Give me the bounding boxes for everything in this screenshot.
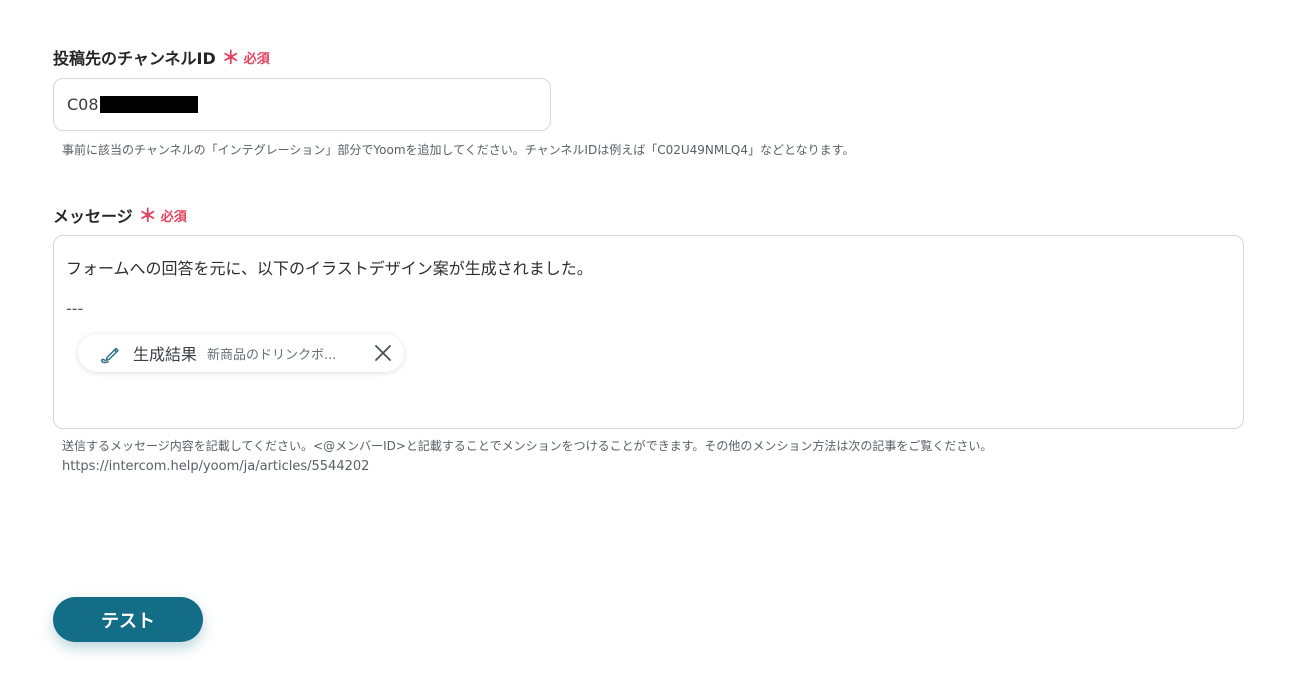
- message-label: メッセージ ＊ 必須: [53, 202, 187, 228]
- message-help: 送信するメッセージ内容を記載してください。<@メンバーID>と記載することでメン…: [62, 439, 993, 453]
- channel-id-help: 事前に該当のチャンネルの「インテグレーション」部分でYoomを追加してください。…: [62, 143, 855, 157]
- channel-id-input[interactable]: C08: [53, 78, 551, 131]
- required-star-icon: ＊: [138, 206, 157, 227]
- chip-label: 生成結果: [133, 345, 198, 364]
- chip-value: 新商品のドリンクボ...: [207, 347, 337, 363]
- message-label-text: メッセージ: [53, 207, 133, 226]
- required-badge: 必須: [243, 51, 270, 67]
- redacted-block: [99, 96, 198, 113]
- required-star-icon: ＊: [221, 48, 240, 69]
- channel-id-label-text: 投稿先のチャンネルID: [53, 49, 216, 68]
- required-badge: 必須: [160, 209, 187, 225]
- message-line-2: ---: [66, 299, 84, 318]
- channel-id-label: 投稿先のチャンネルID ＊ 必須: [53, 44, 270, 70]
- help-article-link[interactable]: https://intercom.help/yoom/ja/articles/5…: [62, 459, 369, 474]
- pen-icon: [98, 341, 122, 365]
- channel-id-value: C08: [67, 95, 99, 114]
- message-line-1: フォームへの回答を元に、以下のイラストデザイン案が生成されました。: [66, 259, 593, 278]
- message-textarea[interactable]: フォームへの回答を元に、以下のイラストデザイン案が生成されました。 --- 生成…: [53, 235, 1244, 429]
- variable-chip[interactable]: 生成結果 新商品のドリンクボ...: [78, 334, 404, 372]
- test-button[interactable]: テスト: [53, 597, 203, 642]
- close-icon[interactable]: [374, 344, 392, 362]
